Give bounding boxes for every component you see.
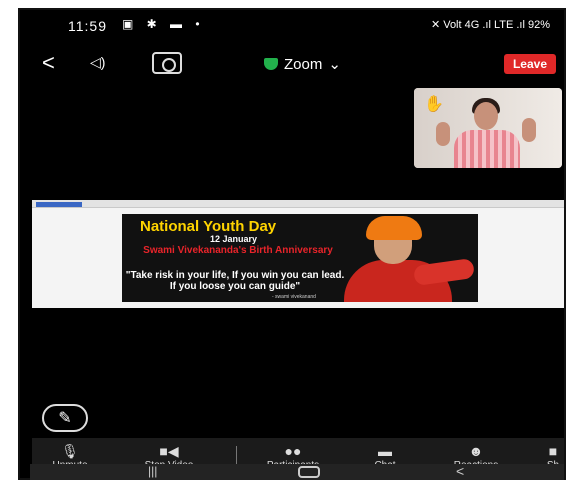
back-nav-icon[interactable]: < <box>456 463 464 479</box>
screenshot-frame: 11:59 ▣ ✱ ▬ • ✕ Volt 4G .ıl LTE .ıl 92% … <box>18 8 566 480</box>
home-icon[interactable] <box>298 466 320 478</box>
meeting-toolbar: < ◁) Zoom ⌄ Leave <box>32 48 564 80</box>
banner-headline: National Youth Day <box>140 218 277 235</box>
signal-battery-icons: ✕ Volt 4G .ıl LTE .ıl 92% <box>430 19 550 31</box>
participant-video-thumbnail[interactable]: ✋ <box>414 88 562 168</box>
chevron-down-icon: ⌄ <box>328 56 341 73</box>
shared-screen-toolbar <box>32 200 564 208</box>
video-camera-icon: ■◀ <box>159 443 179 459</box>
meeting-title[interactable]: Zoom ⌄ <box>264 55 341 73</box>
meeting-title-label: Zoom <box>284 55 323 73</box>
banner-credit: - swami vivekanand <box>272 294 316 300</box>
android-nav-bar: ||| < <box>30 463 564 480</box>
banner-birth-line: Swami Vivekananda's Birth Anniversary <box>143 245 333 256</box>
muted-mic-icon: 🎙 <box>61 443 79 459</box>
recent-apps-icon[interactable]: ||| <box>148 464 157 478</box>
leave-button[interactable]: Leave <box>503 54 556 74</box>
banner-date: 12 January <box>210 234 258 244</box>
shield-icon <box>264 58 278 70</box>
shared-screen: National Youth Day 12 January Swami Vive… <box>32 200 564 308</box>
status-time: 11:59 <box>68 18 107 34</box>
back-arrow-icon[interactable]: < <box>42 50 55 76</box>
switch-camera-icon[interactable] <box>152 52 182 74</box>
banner-quote: "Take risk in your life, If you win you … <box>125 270 345 292</box>
notification-icons: ▣ ✱ ▬ • <box>122 17 205 31</box>
annotate-pencil-button[interactable]: ✎ <box>42 404 88 432</box>
pencil-icon: ✎ <box>58 410 72 427</box>
share-screen-icon: ■ <box>548 443 558 459</box>
raised-hand-icon: ✋ <box>424 96 444 113</box>
reactions-smiley-icon: ☻ <box>468 443 484 459</box>
speaker-icon[interactable]: ◁) <box>90 54 105 71</box>
status-bar: 11:59 ▣ ✱ ▬ • ✕ Volt 4G .ıl LTE .ıl 92% <box>32 12 564 40</box>
national-youth-day-banner: National Youth Day 12 January Swami Vive… <box>122 214 478 302</box>
phone-screen: 11:59 ▣ ✱ ▬ • ✕ Volt 4G .ıl LTE .ıl 92% … <box>32 12 564 478</box>
chat-bubble-icon: ▬ <box>378 443 392 459</box>
participants-icon: ●● <box>284 443 302 459</box>
